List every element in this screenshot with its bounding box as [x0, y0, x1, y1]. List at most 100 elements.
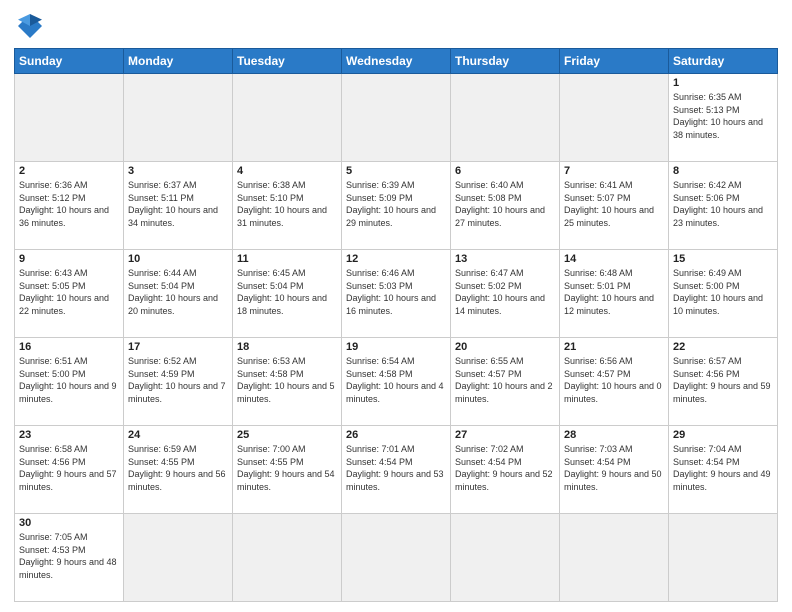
day-number: 20 [455, 341, 555, 353]
day-info: Sunrise: 6:40 AMSunset: 5:08 PMDaylight:… [455, 179, 555, 229]
calendar-table: Sunday Monday Tuesday Wednesday Thursday… [14, 48, 778, 602]
day-info: Sunrise: 6:59 AMSunset: 4:55 PMDaylight:… [128, 443, 228, 493]
calendar-day-cell: 18Sunrise: 6:53 AMSunset: 4:58 PMDayligh… [233, 338, 342, 426]
day-info: Sunrise: 6:58 AMSunset: 4:56 PMDaylight:… [19, 443, 119, 493]
day-info: Sunrise: 7:01 AMSunset: 4:54 PMDaylight:… [346, 443, 446, 493]
col-wednesday: Wednesday [342, 49, 451, 74]
calendar-day-cell: 29 Sunrise: 7:04 AMSunset: 4:54 PMDayligh… [669, 426, 778, 514]
col-tuesday: Tuesday [233, 49, 342, 74]
day-info: Sunrise: 6:52 AMSunset: 4:59 PMDaylight:… [128, 355, 228, 405]
calendar-day-cell: 5 Sunrise: 6:39 AMSunset: 5:09 PMDaylight… [342, 162, 451, 250]
day-info: Sunrise: 7:03 AMSunset: 4:54 PMDaylight:… [564, 443, 664, 493]
logo [14, 10, 50, 42]
calendar-day-cell: 1Sunrise: 6:35 AMSunset: 5:13 PMDaylight… [669, 74, 778, 162]
calendar-day-cell: 15Sunrise: 6:49 AMSunset: 5:00 PMDayligh… [669, 250, 778, 338]
day-number: 27 [455, 429, 555, 441]
day-info: Sunrise: 6:56 AMSunset: 4:57 PMDaylight:… [564, 355, 664, 405]
calendar-day-cell [451, 74, 560, 162]
day-number: 18 [237, 341, 337, 353]
day-info: Sunrise: 6:44 AMSunset: 5:04 PMDaylight:… [128, 267, 228, 317]
calendar-day-cell: 16 Sunrise: 6:51 AMSunset: 5:00 PMDayligh… [15, 338, 124, 426]
day-number: 14 [564, 253, 664, 265]
page: Sunday Monday Tuesday Wednesday Thursday… [0, 0, 792, 612]
calendar-day-cell: 21Sunrise: 6:56 AMSunset: 4:57 PMDayligh… [560, 338, 669, 426]
calendar-week-row: 9 Sunrise: 6:43 AMSunset: 5:05 PMDaylight… [15, 250, 778, 338]
calendar-day-cell: 6 Sunrise: 6:40 AMSunset: 5:08 PMDaylight… [451, 162, 560, 250]
col-thursday: Thursday [451, 49, 560, 74]
calendar-week-row: 30 Sunrise: 7:05 AMSunset: 4:53 PMDayligh… [15, 514, 778, 602]
day-number: 29 [673, 429, 773, 441]
day-number: 19 [346, 341, 446, 353]
calendar-week-row: 1Sunrise: 6:35 AMSunset: 5:13 PMDaylight… [15, 74, 778, 162]
day-number: 9 [19, 253, 119, 265]
calendar-day-cell [560, 514, 669, 602]
calendar-week-row: 16 Sunrise: 6:51 AMSunset: 5:00 PMDayligh… [15, 338, 778, 426]
calendar-day-cell: 12Sunrise: 6:46 AMSunset: 5:03 PMDayligh… [342, 250, 451, 338]
day-info: Sunrise: 6:42 AMSunset: 5:06 PMDaylight:… [673, 179, 773, 229]
day-number: 23 [19, 429, 119, 441]
day-info: Sunrise: 6:38 AMSunset: 5:10 PMDaylight:… [237, 179, 337, 229]
col-monday: Monday [124, 49, 233, 74]
day-number: 3 [128, 165, 228, 177]
calendar-day-cell: 26 Sunrise: 7:01 AMSunset: 4:54 PMDayligh… [342, 426, 451, 514]
calendar-day-cell: 10 Sunrise: 6:44 AMSunset: 5:04 PMDayligh… [124, 250, 233, 338]
calendar-week-row: 23 Sunrise: 6:58 AMSunset: 4:56 PMDayligh… [15, 426, 778, 514]
calendar-day-cell: 24 Sunrise: 6:59 AMSunset: 4:55 PMDayligh… [124, 426, 233, 514]
day-info: Sunrise: 7:05 AMSunset: 4:53 PMDaylight:… [19, 531, 119, 581]
day-info: Sunrise: 6:55 AMSunset: 4:57 PMDaylight:… [455, 355, 555, 405]
calendar-day-cell [342, 74, 451, 162]
col-sunday: Sunday [15, 49, 124, 74]
day-number: 5 [346, 165, 446, 177]
day-number: 1 [673, 77, 773, 89]
day-number: 17 [128, 341, 228, 353]
day-number: 26 [346, 429, 446, 441]
calendar-day-cell: 7 Sunrise: 6:41 AMSunset: 5:07 PMDaylight… [560, 162, 669, 250]
day-number: 10 [128, 253, 228, 265]
day-info: Sunrise: 7:00 AMSunset: 4:55 PMDaylight:… [237, 443, 337, 493]
calendar-body: 1Sunrise: 6:35 AMSunset: 5:13 PMDaylight… [15, 74, 778, 602]
day-info: Sunrise: 6:49 AMSunset: 5:00 PMDaylight:… [673, 267, 773, 317]
calendar-day-cell: 9 Sunrise: 6:43 AMSunset: 5:05 PMDaylight… [15, 250, 124, 338]
day-number: 2 [19, 165, 119, 177]
calendar-day-cell: 25 Sunrise: 7:00 AMSunset: 4:55 PMDayligh… [233, 426, 342, 514]
calendar-day-cell [451, 514, 560, 602]
day-info: Sunrise: 6:48 AMSunset: 5:01 PMDaylight:… [564, 267, 664, 317]
col-saturday: Saturday [669, 49, 778, 74]
calendar-day-cell [560, 74, 669, 162]
calendar-day-cell [15, 74, 124, 162]
header [14, 10, 778, 42]
day-info: Sunrise: 6:41 AMSunset: 5:07 PMDaylight:… [564, 179, 664, 229]
calendar-day-cell [669, 514, 778, 602]
day-number: 22 [673, 341, 773, 353]
day-number: 24 [128, 429, 228, 441]
calendar-day-cell [124, 514, 233, 602]
day-number: 16 [19, 341, 119, 353]
calendar-day-cell [342, 514, 451, 602]
calendar-day-cell: 28Sunrise: 7:03 AMSunset: 4:54 PMDayligh… [560, 426, 669, 514]
day-number: 7 [564, 165, 664, 177]
day-number: 30 [19, 517, 119, 529]
day-info: Sunrise: 6:37 AMSunset: 5:11 PMDaylight:… [128, 179, 228, 229]
calendar-day-cell: 3 Sunrise: 6:37 AMSunset: 5:11 PMDaylight… [124, 162, 233, 250]
day-number: 12 [346, 253, 446, 265]
day-info: Sunrise: 7:04 AMSunset: 4:54 PMDaylight:… [673, 443, 773, 493]
calendar-day-cell [124, 74, 233, 162]
calendar-day-cell: 2 Sunrise: 6:36 AMSunset: 5:12 PMDaylight… [15, 162, 124, 250]
day-info: Sunrise: 6:57 AMSunset: 4:56 PMDaylight:… [673, 355, 773, 405]
day-info: Sunrise: 6:39 AMSunset: 5:09 PMDaylight:… [346, 179, 446, 229]
calendar-day-cell: 22 Sunrise: 6:57 AMSunset: 4:56 PMDayligh… [669, 338, 778, 426]
calendar-day-cell: 8 Sunrise: 6:42 AMSunset: 5:06 PMDaylight… [669, 162, 778, 250]
calendar-day-cell: 11Sunrise: 6:45 AMSunset: 5:04 PMDayligh… [233, 250, 342, 338]
day-number: 6 [455, 165, 555, 177]
day-number: 8 [673, 165, 773, 177]
calendar-day-cell: 27 Sunrise: 7:02 AMSunset: 4:54 PMDayligh… [451, 426, 560, 514]
day-info: Sunrise: 6:43 AMSunset: 5:05 PMDaylight:… [19, 267, 119, 317]
day-number: 25 [237, 429, 337, 441]
day-info: Sunrise: 6:51 AMSunset: 5:00 PMDaylight:… [19, 355, 119, 405]
calendar-day-cell: 17 Sunrise: 6:52 AMSunset: 4:59 PMDayligh… [124, 338, 233, 426]
day-info: Sunrise: 7:02 AMSunset: 4:54 PMDaylight:… [455, 443, 555, 493]
day-info: Sunrise: 6:36 AMSunset: 5:12 PMDaylight:… [19, 179, 119, 229]
calendar-day-cell: 19Sunrise: 6:54 AMSunset: 4:58 PMDayligh… [342, 338, 451, 426]
day-number: 4 [237, 165, 337, 177]
calendar-day-cell [233, 514, 342, 602]
